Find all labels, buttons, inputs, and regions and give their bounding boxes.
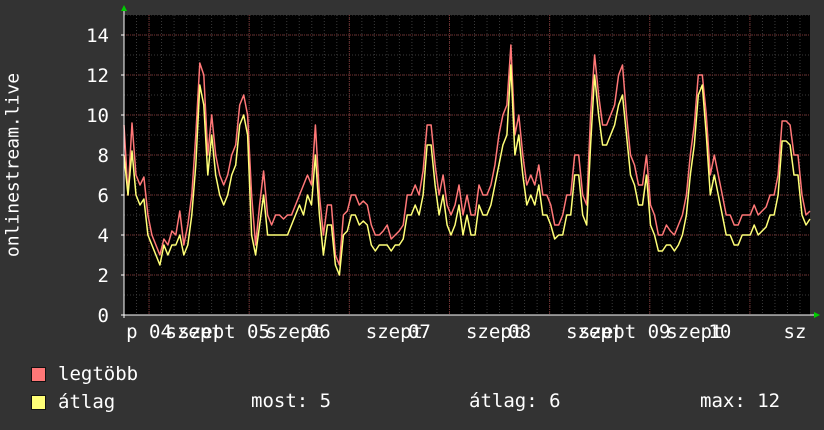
legend-swatch-avg (31, 394, 46, 410)
legend-item-avg: átlag (31, 391, 115, 413)
legend-label-max: legtöbb (58, 363, 139, 385)
x-tick-label: 08 (508, 321, 531, 343)
stat-max: max: 12 (700, 390, 781, 412)
y-tick-label: 10 (86, 105, 109, 127)
y-tick-label: 2 (98, 265, 109, 287)
y-tick-label: 0 (98, 305, 109, 327)
y-tick-label: 4 (98, 225, 109, 247)
legend-item-max: legtöbb (31, 363, 138, 385)
chart-svg: 02468101214p 04szeptszept 05szept06 szept… (86, 5, 820, 343)
plot-background (124, 15, 810, 315)
stat-average: átlag: 6 (469, 390, 561, 412)
y-tick-label: 8 (98, 145, 109, 167)
x-tick-label: 10 (708, 321, 731, 343)
y-tick-label: 12 (86, 65, 109, 87)
y-axis-arrow (121, 5, 127, 11)
x-tick-label: 07 (408, 321, 431, 343)
x-tick-label: sz (784, 321, 807, 343)
stat-current: most: 5 (251, 390, 332, 412)
legend-swatch-max (31, 366, 46, 382)
x-tick-label: 06 (308, 321, 331, 343)
y-tick-label: 6 (98, 185, 109, 207)
x-axis-arrow (814, 312, 820, 318)
y-axis-label: onlinestream.live (2, 72, 24, 258)
legend-label-avg: átlag (58, 391, 116, 413)
y-tick-label: 14 (86, 25, 109, 47)
x-tick-label: szept 09 (579, 321, 671, 343)
x-tick-label: szept 05 (178, 321, 270, 343)
